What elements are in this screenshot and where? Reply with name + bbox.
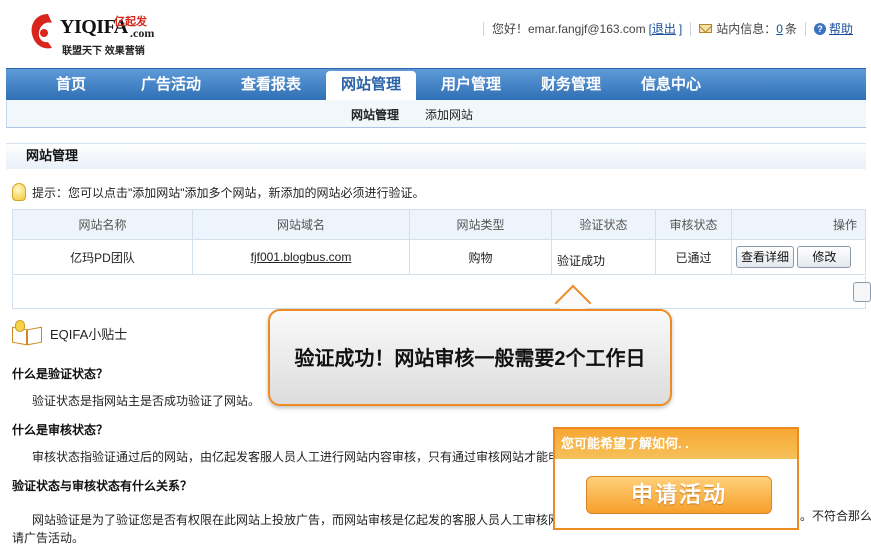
cell-type: 购物 [409, 239, 552, 275]
tips-heading: EQIFA小贴士 [12, 320, 128, 346]
logo[interactable]: YIQIFA 亿起发 .com 联盟天下 效果营销 [26, 10, 166, 60]
col-header-review-status: 审核状态 [655, 209, 732, 240]
table-footer [12, 276, 871, 309]
user-email: emar.fangjf@163.com [527, 21, 646, 36]
inbox-unit: 条 [784, 22, 797, 36]
lightbulb-icon [12, 183, 26, 201]
nav-item-reports[interactable]: 查看报表 [226, 69, 316, 101]
subnav-item-site-management[interactable]: 网站管理 [351, 106, 399, 123]
faq-answer-continued: 请广告活动。 [12, 531, 85, 545]
promo-header: 您可能希望了解如何. . [555, 429, 797, 459]
page-title: 网站管理 [6, 143, 866, 169]
site-table: 网站名称 网站域名 网站类型 验证状态 审核状态 操作 亿玛PD团队 fjf00… [12, 209, 866, 275]
faq-question: 什么是验证状态？ [12, 367, 109, 381]
logo-slogan: 联盟天下 效果营销 [62, 46, 145, 57]
logout-link[interactable]: 退出 [652, 20, 676, 37]
promo-box: 您可能希望了解如何. . 申请活动 [553, 427, 799, 530]
callout-text: 验证成功！网站审核一般需要2个工作日 [294, 348, 646, 370]
divider [482, 21, 484, 36]
greeting: 您好！ [491, 22, 528, 36]
faq-question: 验证状态与审核状态有什么关系？ [12, 479, 193, 493]
faq-question: 什么是审核状态？ [12, 423, 109, 437]
faq-answer: 审核状态指验证通过后的网站，由亿起发客服人员人工进行网站内容审核，只有通过审核网… [32, 450, 561, 464]
tip-message: 提示：您可以点击"添加网站"添加多个网站，新添加的网站必须进行验证。 [12, 183, 425, 201]
edit-button[interactable]: 修改 [797, 246, 852, 268]
help-link[interactable]: 帮助 [829, 20, 853, 37]
col-header-actions: 操作 [731, 209, 866, 240]
divider [804, 21, 806, 36]
verification-callout: 验证成功！网站审核一般需要2个工作日 [268, 309, 672, 406]
book-lightbulb-icon [12, 320, 42, 346]
view-details-button[interactable]: 查看详细 [736, 246, 795, 268]
nav-item-finance[interactable]: 财务管理 [526, 69, 616, 101]
inbox-label: 站内信息： [716, 22, 777, 36]
col-header-verify-status: 验证状态 [551, 209, 656, 240]
tips-title: EQIFA小贴士 [50, 326, 128, 342]
nav-item-home[interactable]: 首页 [26, 69, 116, 101]
cell-site-name: 亿玛PD团队 [12, 239, 193, 275]
main-nav: 首页 广告活动 查看报表 网站管理 用户管理 财务管理 信息中心 [6, 68, 866, 101]
logo-domain: .com [130, 26, 155, 40]
faq-answer: 网站验证是为了验证您是否有权限在此网站上投放广告，而网站审核是亿起发的客服人员人… [32, 513, 561, 527]
cell-domain: fjf001.blogbus.com [192, 239, 410, 275]
nav-item-user-management[interactable]: 用户管理 [426, 69, 516, 101]
faq-answer: 验证状态是指网站主是否成功验证了网站。 [32, 394, 261, 408]
col-header-site-name: 网站名称 [12, 209, 193, 240]
help-icon[interactable]: ? [813, 22, 826, 35]
subnav-item-add-site[interactable]: 添加网站 [425, 106, 473, 123]
table-row: 亿玛PD团队 fjf001.blogbus.com 购物 验证成功 已通过 查看… [12, 239, 866, 275]
sub-nav: 网站管理 添加网站 [6, 100, 866, 128]
faq-answer-tail: 。不符合那么 [800, 509, 871, 523]
table-header-row: 网站名称 网站域名 网站类型 验证状态 审核状态 操作 [12, 209, 866, 240]
domain-link[interactable]: fjf001.blogbus.com [251, 250, 352, 264]
col-header-domain: 网站域名 [192, 209, 410, 240]
tip-text: 提示：您可以点击"添加网站"添加多个网站，新添加的网站必须进行验证。 [32, 185, 425, 200]
cell-verify-status: 验证成功 [551, 239, 656, 275]
inbox-count-link[interactable]: 0 [776, 22, 783, 36]
col-header-type: 网站类型 [409, 209, 552, 240]
pager-button[interactable] [853, 282, 871, 302]
logout-bracket-close: ] [678, 21, 683, 36]
divider [690, 21, 692, 36]
top-user-bar: 您好！ emar.fangjf@163.com [ 退出 ] 站内信息： 0 条… [475, 20, 853, 37]
mail-icon [699, 24, 713, 33]
cell-review-status: 已通过 [655, 239, 732, 275]
cell-actions: 查看详细 修改 [731, 239, 866, 275]
nav-item-site-management[interactable]: 网站管理 [326, 71, 416, 101]
apply-campaign-button[interactable]: 申请活动 [586, 476, 772, 514]
nav-item-campaigns[interactable]: 广告活动 [126, 69, 216, 101]
nav-item-messages[interactable]: 信息中心 [626, 69, 716, 101]
logo-mark-icon [31, 14, 52, 49]
